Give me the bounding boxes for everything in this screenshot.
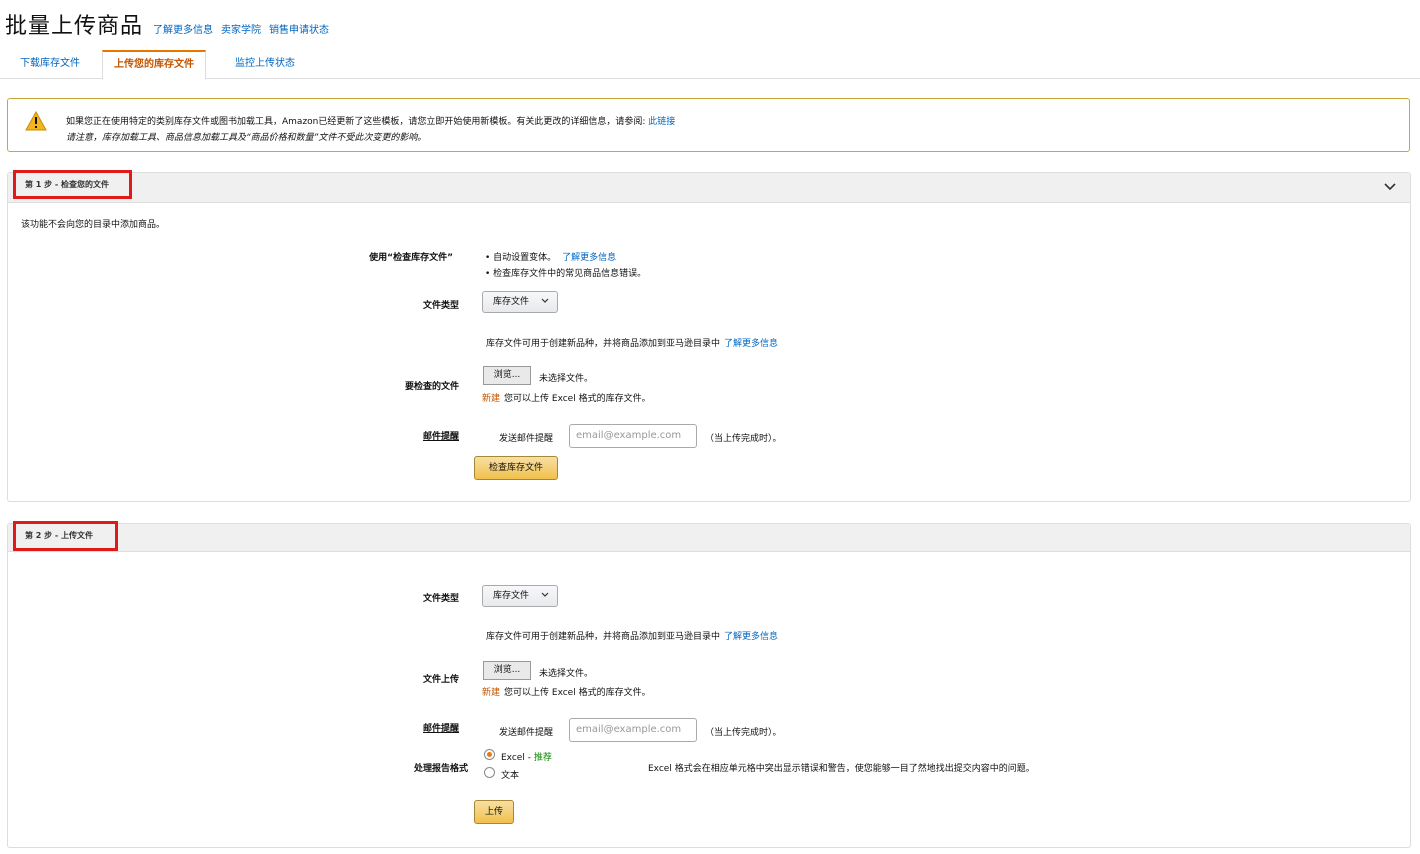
seller-university-link[interactable]: 卖家学院	[221, 21, 261, 36]
use-check-file-label: 使用“检查库存文件”	[369, 253, 453, 263]
selling-application-status-link[interactable]: 销售申请状态	[269, 21, 329, 36]
browse-button[interactable]: 浏览...	[483, 366, 531, 385]
no-file-chosen: 未选择文件。	[539, 374, 594, 384]
file-type-hint: 库存文件可用于创建新品种，并将商品添加到亚马逊目录中 了解更多信息	[486, 339, 779, 349]
email-suffix: （当上传完成时）。	[705, 728, 782, 738]
alert-link[interactable]: 此链接	[648, 117, 675, 127]
step2-title: 第 2 步 - 上传文件	[13, 521, 118, 551]
email-field[interactable]: email@example.com	[569, 424, 697, 448]
file-type-hint: 库存文件可用于创建新品种，并将商品添加到亚马逊目录中 了解更多信息	[486, 632, 779, 642]
radio-excel[interactable]	[484, 749, 495, 760]
file-type-label: 文件类型	[422, 594, 459, 604]
file-type-select[interactable]: 库存文件	[482, 585, 558, 607]
step1-header[interactable]: 第 1 步 - 检查您的文件	[8, 170, 1410, 203]
option-excel-label: Excel - 推荐	[501, 753, 552, 763]
upload-button[interactable]: 上传	[474, 800, 514, 824]
email-prefix: 发送邮件提醒	[499, 434, 554, 444]
email-alert-label: 邮件提醒	[422, 724, 459, 734]
file-type-label: 文件类型	[422, 301, 459, 311]
bullet-check-errors: • 检查库存文件中的常见商品信息错误。	[485, 269, 647, 279]
bullet-auto-variation: • 自动设置变体。 了解更多信息	[485, 253, 617, 263]
step1-intro: 该功能不会向您的目录中添加商品。	[21, 220, 166, 230]
step2-panel: 第 2 步 - 上传文件 文件类型 库存文件 库存文件可用于创建新品种，并将商品…	[7, 521, 1411, 848]
no-file-chosen: 未选择文件。	[539, 669, 594, 679]
excel-note: 新建 您可以上传 Excel 格式的库存文件。	[482, 688, 651, 698]
bullet-learn-more-link[interactable]: 了解更多信息	[562, 253, 616, 263]
file-to-check-label: 要检查的文件	[404, 382, 459, 392]
email-suffix: （当上传完成时）。	[705, 434, 782, 444]
tab-upload-inventory-file[interactable]: 上传您的库存文件	[102, 50, 206, 80]
file-upload-label: 文件上传	[422, 675, 459, 685]
new-tag: 新建	[482, 394, 501, 404]
tab-bar: 下载库存文件 上传您的库存文件 监控上传状态	[0, 50, 1420, 80]
option-text-label: 文本	[501, 771, 520, 781]
file-type-learn-more-link[interactable]: 了解更多信息	[724, 632, 778, 642]
alert-message: 如果您正在使用特定的类别库存文件或图书加载工具，Amazon已经更新了这些模板，…	[66, 117, 676, 127]
warning-icon	[25, 111, 47, 131]
check-inventory-file-button[interactable]: 检查库存文件	[474, 456, 558, 480]
chevron-down-icon[interactable]	[1384, 183, 1396, 191]
alert-note: 请注意，库存加载工具、商品信息加载工具及“商品价格和数量”文件不受此次变更的影响…	[66, 133, 427, 143]
new-tag: 新建	[482, 688, 501, 698]
step1-title: 第 1 步 - 检查您的文件	[13, 170, 132, 199]
email-alert-label: 邮件提醒	[422, 432, 459, 442]
tab-monitor-upload-status[interactable]: 监控上传状态	[235, 50, 295, 78]
browse-button[interactable]: 浏览...	[483, 661, 531, 680]
report-format-note: Excel 格式会在相应单元格中突出显示错误和警告，使您能够一目了然地找出提交内…	[648, 764, 1035, 774]
template-update-alert: 如果您正在使用特定的类别库存文件或图书加载工具，Amazon已经更新了这些模板，…	[7, 98, 1410, 152]
tab-download-inventory-file[interactable]: 下载库存文件	[20, 50, 80, 78]
page-header: 批量上传商品 了解更多信息 卖家学院 销售申请状态	[5, 8, 329, 40]
report-format-label: 处理报告格式	[413, 764, 468, 774]
file-type-select[interactable]: 库存文件	[482, 291, 558, 313]
radio-text[interactable]	[484, 767, 495, 778]
recommended-tag: 推荐	[533, 753, 552, 763]
step2-header[interactable]: 第 2 步 - 上传文件	[8, 521, 1410, 552]
email-prefix: 发送邮件提醒	[499, 728, 554, 738]
file-type-learn-more-link[interactable]: 了解更多信息	[724, 339, 778, 349]
email-field[interactable]: email@example.com	[569, 718, 697, 742]
chevron-down-icon	[541, 298, 549, 303]
excel-note: 新建 您可以上传 Excel 格式的库存文件。	[482, 394, 651, 404]
step1-panel: 第 1 步 - 检查您的文件 该功能不会向您的目录中添加商品。 使用“检查库存文…	[7, 170, 1411, 502]
chevron-down-icon	[541, 592, 549, 597]
learn-more-link[interactable]: 了解更多信息	[153, 21, 213, 36]
page-title: 批量上传商品	[5, 14, 144, 39]
